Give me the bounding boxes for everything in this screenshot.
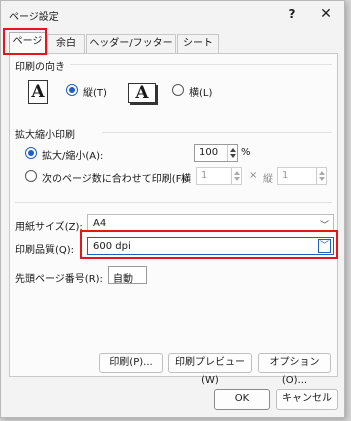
divider	[102, 132, 332, 133]
spin-up-icon[interactable]	[319, 171, 325, 175]
paper-size-select[interactable]: A4 ﹀	[87, 214, 334, 232]
portrait-page-icon: A	[28, 80, 48, 104]
fit-wide-label: 横	[181, 174, 191, 185]
close-icon[interactable]: ✕	[317, 5, 335, 23]
tab-sheet[interactable]: シート	[177, 34, 219, 53]
fit-wide-value: 1	[201, 170, 208, 181]
zoom-spinner[interactable]: 100	[194, 144, 238, 162]
tab-header-footer[interactable]: ヘッダー/フッター	[86, 34, 176, 53]
spin-down-icon[interactable]	[319, 177, 325, 181]
dialog-title: ページ設定	[9, 12, 59, 23]
scaling-heading: 拡大縮小印刷	[15, 130, 75, 141]
tab-margins[interactable]: 余白	[47, 34, 85, 53]
spin-up-icon[interactable]	[234, 171, 240, 175]
chevron-down-icon[interactable]: ﹀	[318, 239, 331, 253]
tab-page[interactable]: ページ	[9, 32, 46, 54]
page-setup-dialog: ページ設定 ? ✕ ページ 余白 ヘッダー/フッター シート 印刷の向き A 縦…	[0, 0, 345, 418]
zoom-label[interactable]: 拡大/縮小(A):	[42, 147, 103, 162]
cancel-button[interactable]: キャンセル	[276, 389, 338, 410]
print-preview-button[interactable]: 印刷プレビュー(W)	[168, 353, 252, 386]
divider	[70, 64, 332, 65]
help-icon[interactable]: ?	[283, 5, 301, 23]
chevron-down-icon[interactable]: ﹀	[320, 218, 329, 231]
fit-to-pages-label[interactable]: 次のページ数に合わせて印刷(F):	[42, 170, 189, 185]
landscape-label[interactable]: 横(L)	[189, 84, 212, 99]
spin-arrows[interactable]	[227, 145, 237, 161]
orientation-heading: 印刷の向き	[15, 62, 65, 73]
paper-size-value: A4	[93, 218, 107, 229]
divider	[15, 202, 332, 203]
print-button[interactable]: 印刷(P)...	[99, 353, 163, 373]
fit-tall-label: 縦	[263, 174, 273, 185]
first-page-number-value: 自動	[113, 274, 133, 285]
portrait-label[interactable]: 縦(T)	[83, 84, 107, 99]
spin-up-icon[interactable]	[230, 148, 236, 152]
landscape-radio[interactable]	[172, 84, 184, 96]
landscape-page-icon: A	[128, 83, 156, 103]
zoom-unit: %	[241, 147, 251, 158]
spin-arrows[interactable]	[316, 168, 326, 184]
portrait-radio[interactable]	[66, 84, 78, 96]
print-quality-value: 600 dpi	[93, 241, 131, 252]
fit-wide-spinner[interactable]: 1	[196, 167, 242, 185]
spin-down-icon[interactable]	[234, 177, 240, 181]
times-sign: ×	[249, 170, 258, 181]
print-quality-label: 印刷品質(Q):	[15, 245, 75, 256]
first-page-number-input[interactable]: 自動	[108, 266, 147, 285]
fit-tall-spinner[interactable]: 1	[277, 167, 327, 185]
spin-down-icon[interactable]	[230, 154, 236, 158]
ok-button[interactable]: OK	[214, 389, 270, 410]
page-tab-panel: 印刷の向き A 縦(T) A 横(L) 拡大縮小印刷 拡大/縮小(A): 100…	[9, 53, 338, 386]
first-page-number-label: 先頭ページ番号(R):	[15, 274, 103, 285]
paper-size-label: 用紙サイズ(Z):	[15, 222, 83, 233]
zoom-radio[interactable]	[25, 147, 37, 159]
spin-arrows[interactable]	[231, 168, 241, 184]
options-button[interactable]: オプション(O)...	[258, 353, 331, 386]
fit-tall-value: 1	[282, 170, 289, 181]
title-bar: ページ設定 ? ✕	[1, 1, 344, 27]
fit-to-pages-radio[interactable]	[25, 170, 37, 182]
print-quality-select[interactable]: 600 dpi ﹀	[87, 237, 334, 255]
zoom-value: 100	[199, 147, 219, 158]
